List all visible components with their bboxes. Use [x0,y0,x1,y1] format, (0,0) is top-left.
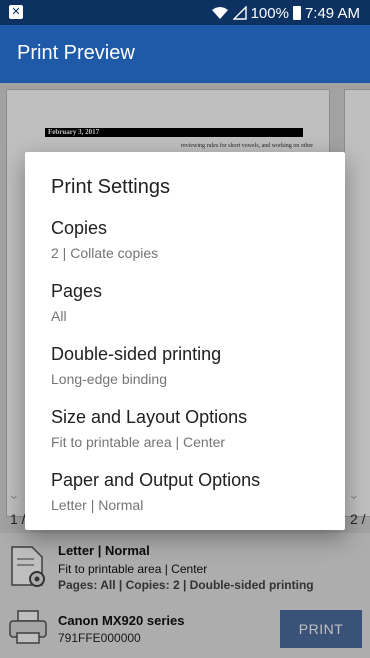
option-paper-output[interactable]: Paper and Output Options Letter | Normal [51,470,331,513]
option-pages[interactable]: Pages All [51,281,331,324]
battery-percent: 100% [250,4,289,22]
page-title: Print Preview [17,42,135,64]
wifi-icon [211,7,228,19]
status-bar: ✕ 100% 7:49 AM [0,0,370,25]
option-subtitle: Letter | Normal [51,497,144,513]
status-icons: 100% 7:49 AM [211,3,360,23]
signal-icon [232,6,247,20]
print-settings-dialog: Print Settings Copies 2 | Collate copies… [25,152,345,530]
option-title: Pages [51,281,103,301]
option-copies[interactable]: Copies 2 | Collate copies [51,218,331,261]
app-bar: Print Preview [0,25,370,83]
option-double-sided[interactable]: Double-sided printing Long-edge binding [51,344,331,387]
option-title: Copies [51,218,108,238]
option-subtitle: 2 | Collate copies [51,245,159,261]
option-subtitle: Long-edge binding [51,371,167,387]
option-title: Double-sided printing [51,344,222,364]
notification-icon: ✕ [9,5,23,19]
option-size-layout[interactable]: Size and Layout Options Fit to printable… [51,407,331,450]
battery-icon [292,6,301,20]
option-title: Paper and Output Options [51,470,261,490]
dialog-title: Print Settings [51,176,170,198]
option-subtitle: Fit to printable area | Center [51,434,226,450]
clock: 7:49 AM [304,4,360,22]
option-title: Size and Layout Options [51,407,248,427]
option-subtitle: All [51,308,67,324]
